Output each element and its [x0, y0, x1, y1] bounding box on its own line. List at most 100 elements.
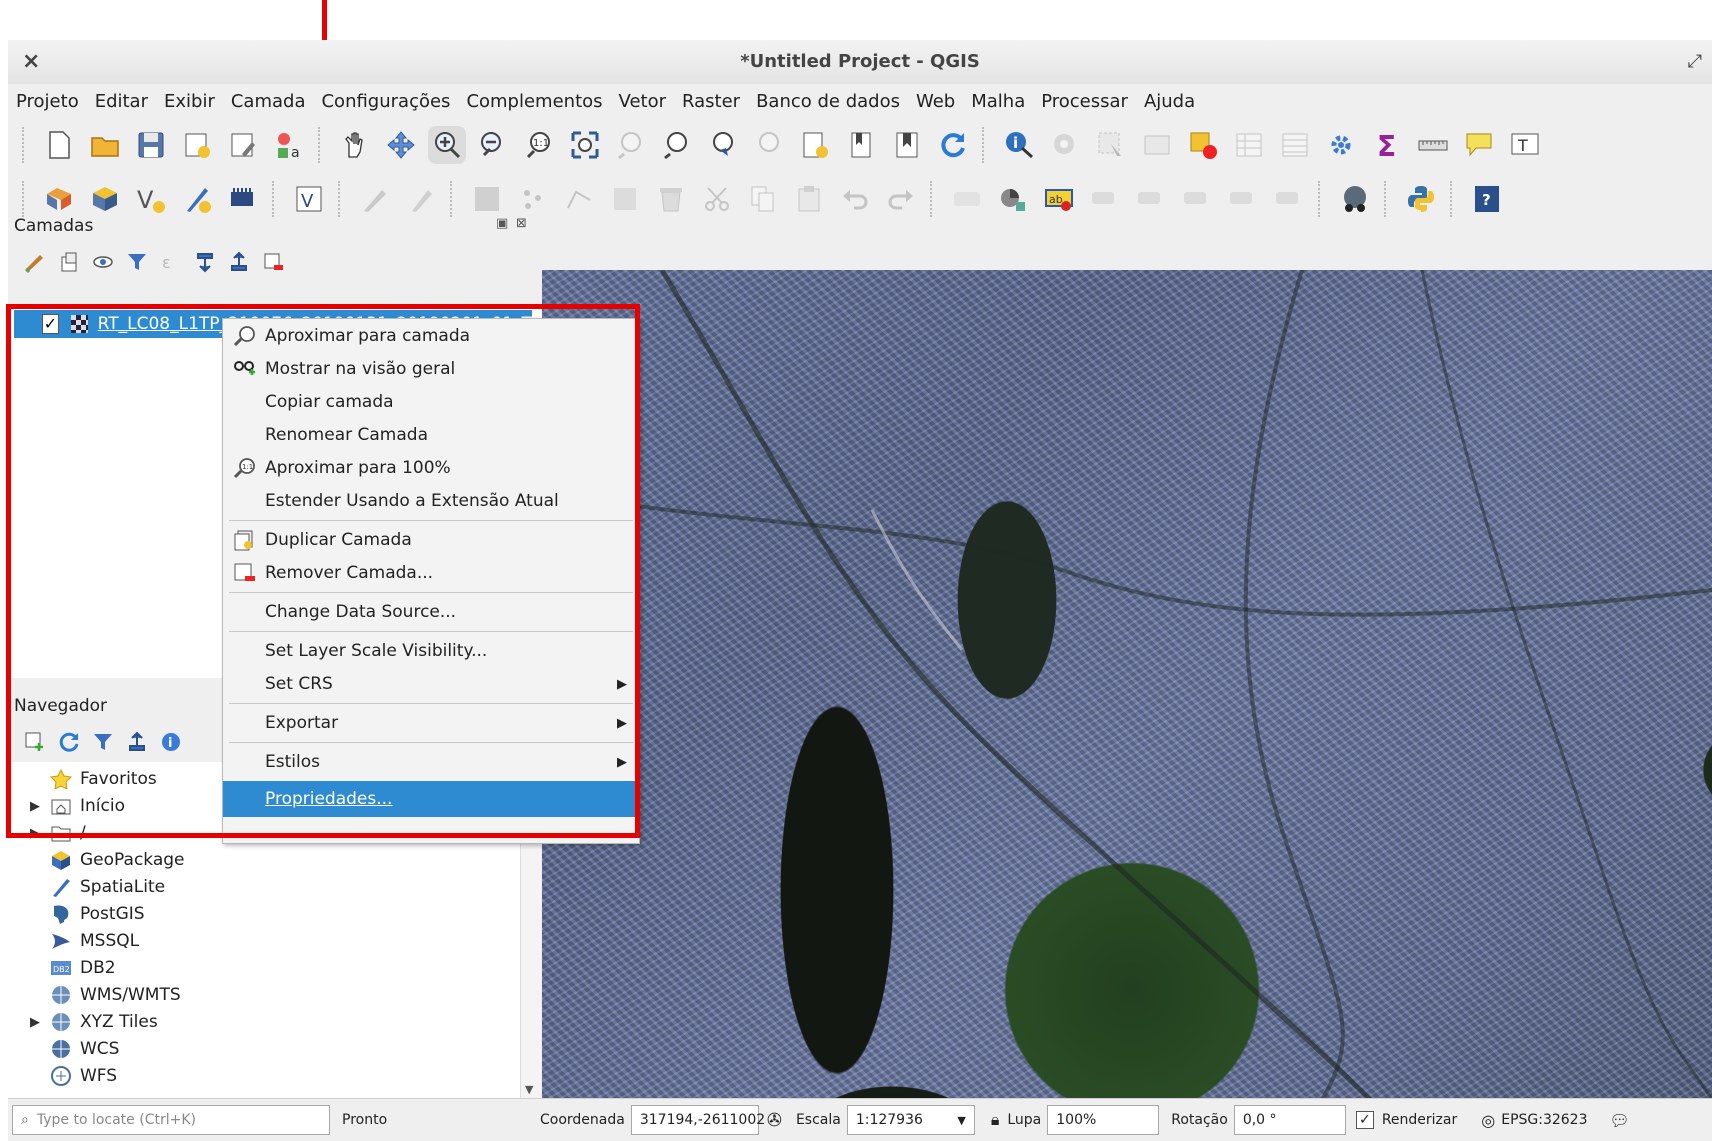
zoom-next-icon[interactable]: [754, 130, 784, 160]
text-annotation-icon[interactable]: T: [1510, 130, 1540, 160]
copy-features-icon[interactable]: [748, 184, 778, 214]
browser-item-mssql[interactable]: MSSQL: [30, 928, 139, 954]
field-calculator-icon[interactable]: [1280, 130, 1310, 160]
menu-projeto[interactable]: Projeto: [8, 91, 87, 112]
layer-labeling-icon[interactable]: [952, 184, 982, 214]
change-label-icon[interactable]: [1274, 184, 1304, 214]
render-checkbox[interactable]: ✓: [1355, 1111, 1374, 1129]
attribute-table-icon[interactable]: [1234, 130, 1264, 160]
style-layer-icon[interactable]: [24, 251, 46, 274]
data-source-manager-icon[interactable]: [44, 184, 74, 214]
crs-label[interactable]: EPSG:32623: [1501, 1112, 1587, 1128]
crs-globe-icon[interactable]: ◎: [1481, 1111, 1495, 1130]
menu-banco-de-dados[interactable]: Banco de dados: [748, 91, 908, 112]
messages-icon[interactable]: 💬︎: [1610, 1111, 1630, 1130]
map-tips-icon[interactable]: [1464, 130, 1494, 160]
select-features-icon[interactable]: [1096, 130, 1126, 160]
delete-selected-icon[interactable]: [656, 184, 686, 214]
paste-features-icon[interactable]: [794, 184, 824, 214]
refresh-icon[interactable]: [938, 130, 968, 160]
zoom-in-icon[interactable]: [432, 130, 462, 160]
remove-layer-icon[interactable]: [262, 251, 284, 273]
new-mesh-layer-icon[interactable]: V: [294, 184, 324, 214]
browser-item-wcs[interactable]: WCS: [30, 1036, 119, 1062]
new-print-layout-icon[interactable]: [182, 130, 212, 160]
georeferencer-icon[interactable]: [1340, 184, 1370, 214]
temporal-controller-icon[interactable]: [892, 130, 922, 160]
magnifier-spinbox[interactable]: 100%: [1047, 1105, 1160, 1135]
maximize-icon[interactable]: ⤢: [1688, 40, 1702, 84]
expand-arrow-icon[interactable]: ▶: [30, 1015, 46, 1030]
style-manager-icon[interactable]: a: [274, 130, 304, 161]
zoom-to-selection-icon[interactable]: [616, 130, 646, 160]
zoom-full-icon[interactable]: [570, 130, 600, 160]
new-virtual-layer-icon[interactable]: [228, 184, 258, 214]
new-spatial-bookmark-icon[interactable]: [800, 130, 830, 160]
zoom-native-icon[interactable]: 1:1: [524, 130, 554, 160]
rotation-spinbox[interactable]: 0,0 °: [1233, 1105, 1346, 1135]
browser-item-wfs[interactable]: WFS: [30, 1063, 117, 1089]
coordinate-toggle-icon[interactable]: ✇: [767, 1110, 782, 1131]
browser-item-geopackage[interactable]: GeoPackage: [30, 847, 185, 873]
digitize-point-icon[interactable]: [518, 184, 548, 214]
browser-item-xyz[interactable]: ▶ XYZ Tiles: [30, 1009, 158, 1035]
pin-labels-icon[interactable]: ab: [1044, 184, 1074, 214]
menu-complementos[interactable]: Complementos: [458, 91, 610, 112]
toggle-editing-icon[interactable]: [406, 184, 436, 214]
cut-features-icon[interactable]: [702, 184, 732, 214]
browser-item-spatialite[interactable]: SpatiaLite: [30, 874, 165, 900]
lock-icon[interactable]: 🔒︎: [991, 1110, 1000, 1130]
actions-icon[interactable]: [1050, 130, 1080, 160]
new-shapefile-icon[interactable]: V: [136, 184, 166, 214]
panel-float-icon[interactable]: ▣: [496, 216, 508, 231]
vertex-tool-icon[interactable]: [564, 184, 594, 214]
measure-icon[interactable]: [1418, 130, 1448, 160]
open-project-icon[interactable]: [90, 130, 120, 160]
filter-by-expression-icon[interactable]: ε: [160, 251, 182, 273]
filter-legend-icon[interactable]: [126, 251, 148, 273]
zoom-out-icon[interactable]: [478, 130, 508, 160]
browser-item-db2[interactable]: DB2 DB2: [30, 955, 116, 981]
manage-visibility-icon[interactable]: [92, 251, 114, 273]
current-edits-icon[interactable]: [360, 184, 390, 214]
menu-exibir[interactable]: Exibir: [156, 91, 223, 112]
menu-configuracoes[interactable]: Configurações: [313, 91, 458, 112]
identify-features-icon[interactable]: i: [1004, 130, 1034, 160]
scale-combo[interactable]: 1:127936 ▼: [846, 1105, 975, 1135]
locator-search-field[interactable]: ⌕ Type to locate (Ctrl+K): [12, 1105, 330, 1135]
close-icon[interactable]: ×: [22, 40, 40, 84]
layer-diagram-icon[interactable]: [998, 184, 1028, 214]
deselect-all-icon[interactable]: [1188, 130, 1218, 160]
new-project-icon[interactable]: [44, 130, 74, 160]
browser-item-wms[interactable]: WMS/WMTS: [30, 982, 181, 1008]
python-console-icon[interactable]: [1406, 184, 1436, 214]
undo-icon[interactable]: [840, 184, 870, 214]
select-by-value-icon[interactable]: [1142, 130, 1172, 160]
menu-web[interactable]: Web: [908, 91, 963, 112]
toolbox-gear-icon[interactable]: [1326, 130, 1356, 160]
save-project-icon[interactable]: [136, 130, 166, 160]
menu-ajuda[interactable]: Ajuda: [1136, 91, 1203, 112]
statistics-sigma-icon[interactable]: Σ: [1372, 130, 1402, 163]
coordinate-field[interactable]: 317194,-2611002: [630, 1105, 765, 1135]
pan-to-selection-icon[interactable]: [386, 130, 416, 160]
collapse-all-icon[interactable]: [228, 251, 250, 273]
help-contents-icon[interactable]: ?: [1472, 184, 1502, 214]
pan-map-icon[interactable]: [340, 130, 370, 160]
menu-raster[interactable]: Raster: [674, 91, 748, 112]
redo-icon[interactable]: [886, 184, 916, 214]
new-spatialite-icon[interactable]: [182, 184, 212, 214]
menu-camada[interactable]: Camada: [223, 91, 314, 112]
scroll-down-icon[interactable]: ▼: [525, 1083, 533, 1096]
zoom-last-icon[interactable]: [708, 130, 738, 160]
map-canvas[interactable]: [542, 270, 1712, 1100]
rotate-label-icon[interactable]: [1228, 184, 1258, 214]
save-edits-icon[interactable]: [472, 184, 502, 214]
layout-manager-icon[interactable]: [228, 130, 258, 160]
modify-attributes-icon[interactable]: [610, 184, 640, 214]
panel-close-icon[interactable]: ⊠: [516, 216, 527, 231]
highlight-pinned-labels-icon[interactable]: [1090, 184, 1120, 214]
move-label-icon[interactable]: [1182, 184, 1212, 214]
zoom-to-layer-icon[interactable]: [662, 130, 692, 160]
browser-item-postgis[interactable]: PostGIS: [30, 901, 145, 927]
